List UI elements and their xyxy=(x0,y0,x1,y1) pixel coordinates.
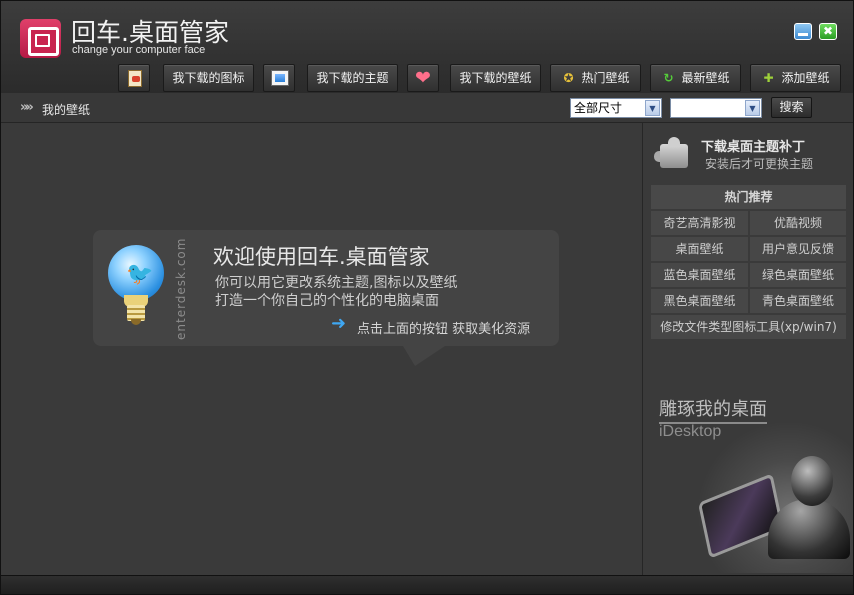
hot-wallpapers-button[interactable]: ✪ 热门壁纸 xyxy=(550,64,641,92)
chevron-down-icon[interactable]: ▼ xyxy=(745,100,760,116)
hot-item-green-wallpaper[interactable]: 绿色桌面壁纸 xyxy=(750,263,846,287)
close-button[interactable]: ✖ xyxy=(819,23,837,40)
double-chevron-icon: »» xyxy=(20,100,34,115)
header: 回车.桌面管家 change your computer face ✖ 我下载的… xyxy=(1,1,853,93)
plus-icon: ✚ xyxy=(763,71,774,85)
breadcrumb-label: 我的壁纸 xyxy=(42,103,91,117)
arrow-right-icon: ➜ xyxy=(331,313,347,334)
hot-item-blue-wallpaper[interactable]: 蓝色桌面壁纸 xyxy=(651,263,748,287)
size-select[interactable]: 全部尺寸 ▼ xyxy=(570,98,662,118)
app-window: 回车.桌面管家 change your computer face ✖ 我下载的… xyxy=(0,0,854,595)
welcome-line-1: 你可以用它更改系统主题,图标以及壁纸 xyxy=(215,275,458,291)
status-bar xyxy=(1,575,853,594)
hot-item-feedback[interactable]: 用户意见反馈 xyxy=(750,237,846,261)
minimize-button[interactable] xyxy=(794,23,812,40)
chevron-down-icon[interactable]: ▼ xyxy=(645,100,660,116)
hot-item-desktop-wallpaper[interactable]: 桌面壁纸 xyxy=(651,237,748,261)
welcome-bubble-tail xyxy=(403,346,445,366)
puzzle-piece-icon[interactable] xyxy=(654,136,690,170)
watermark-text: enterdesk.com xyxy=(174,237,188,340)
toolbar-document-button[interactable] xyxy=(118,64,150,92)
main-content: 🐦 enterdesk.com 欢迎使用回车.桌面管家 你可以用它更改系统主题,… xyxy=(1,123,642,575)
my-downloaded-themes-button[interactable]: 我下载的主题 xyxy=(307,64,398,92)
lightbulb-icon: 🐦 xyxy=(107,245,165,329)
search-button[interactable]: 搜索 xyxy=(771,97,812,118)
toolbar-favorite-button[interactable]: ❤ xyxy=(407,64,439,92)
size-select-value: 全部尺寸 xyxy=(574,101,623,115)
sidebar: 下载桌面主题补丁 安装后才可更换主题 热门推荐 奇艺高清影视 优酷视频 桌面壁纸… xyxy=(642,123,853,575)
heart-icon: ❤ xyxy=(415,67,431,89)
app-subtitle: change your computer face xyxy=(72,44,206,56)
hot-item-cyan-wallpaper[interactable]: 青色桌面壁纸 xyxy=(750,289,846,313)
my-downloaded-wallpapers-button[interactable]: 我下载的壁纸 xyxy=(450,64,541,92)
watermark-url: enterdesk.com xyxy=(161,237,201,341)
hot-recommend-header: 热门推荐 xyxy=(651,185,846,209)
welcome-hint: 点击上面的按钮 获取美化资源 xyxy=(357,322,531,337)
hot-item-youku[interactable]: 优酷视频 xyxy=(750,211,846,235)
add-wallpaper-label: 添加壁纸 xyxy=(781,71,830,85)
welcome-line-2: 打造一个你自己的个性化的电脑桌面 xyxy=(215,293,439,309)
bird-icon: 🐦 xyxy=(126,262,154,287)
category-select[interactable]: ▼ xyxy=(670,98,762,118)
toolbar-image-button[interactable] xyxy=(263,64,295,92)
welcome-title: 欢迎使用回车.桌面管家 xyxy=(213,245,430,269)
new-wallpapers-label: 最新壁纸 xyxy=(681,71,730,85)
new-wallpapers-button[interactable]: ↻ 最新壁纸 xyxy=(650,64,741,92)
hot-item-black-wallpaper[interactable]: 黑色桌面壁纸 xyxy=(651,289,748,313)
brand-slogan: 雕琢我的桌面 xyxy=(659,395,767,424)
hot-item-filetype-icon-tool[interactable]: 修改文件类型图标工具(xp/win7) xyxy=(651,315,846,339)
hot-item-iqiyi[interactable]: 奇艺高清影视 xyxy=(651,211,748,235)
person-head-illustration xyxy=(791,456,833,506)
refresh-icon: ↻ xyxy=(663,71,674,85)
image-icon xyxy=(271,70,289,86)
theme-patch-subtitle: 安装后才可更换主题 xyxy=(705,157,814,171)
app-logo-icon xyxy=(20,19,61,58)
theme-patch-link[interactable]: 下载桌面主题补丁 xyxy=(701,136,805,155)
document-icon xyxy=(128,70,142,87)
breadcrumb-bar: »» 我的壁纸 全部尺寸 ▼ ▼ 搜索 xyxy=(1,93,853,123)
bulb-tip xyxy=(131,319,141,325)
brand-name: iDesktop xyxy=(659,423,722,440)
add-wallpaper-button[interactable]: ✚ 添加壁纸 xyxy=(750,64,841,92)
hot-wallpapers-label: 热门壁纸 xyxy=(581,71,630,85)
my-downloaded-icons-button[interactable]: 我下载的图标 xyxy=(163,64,254,92)
award-ribbon-icon: ✪ xyxy=(563,71,574,85)
